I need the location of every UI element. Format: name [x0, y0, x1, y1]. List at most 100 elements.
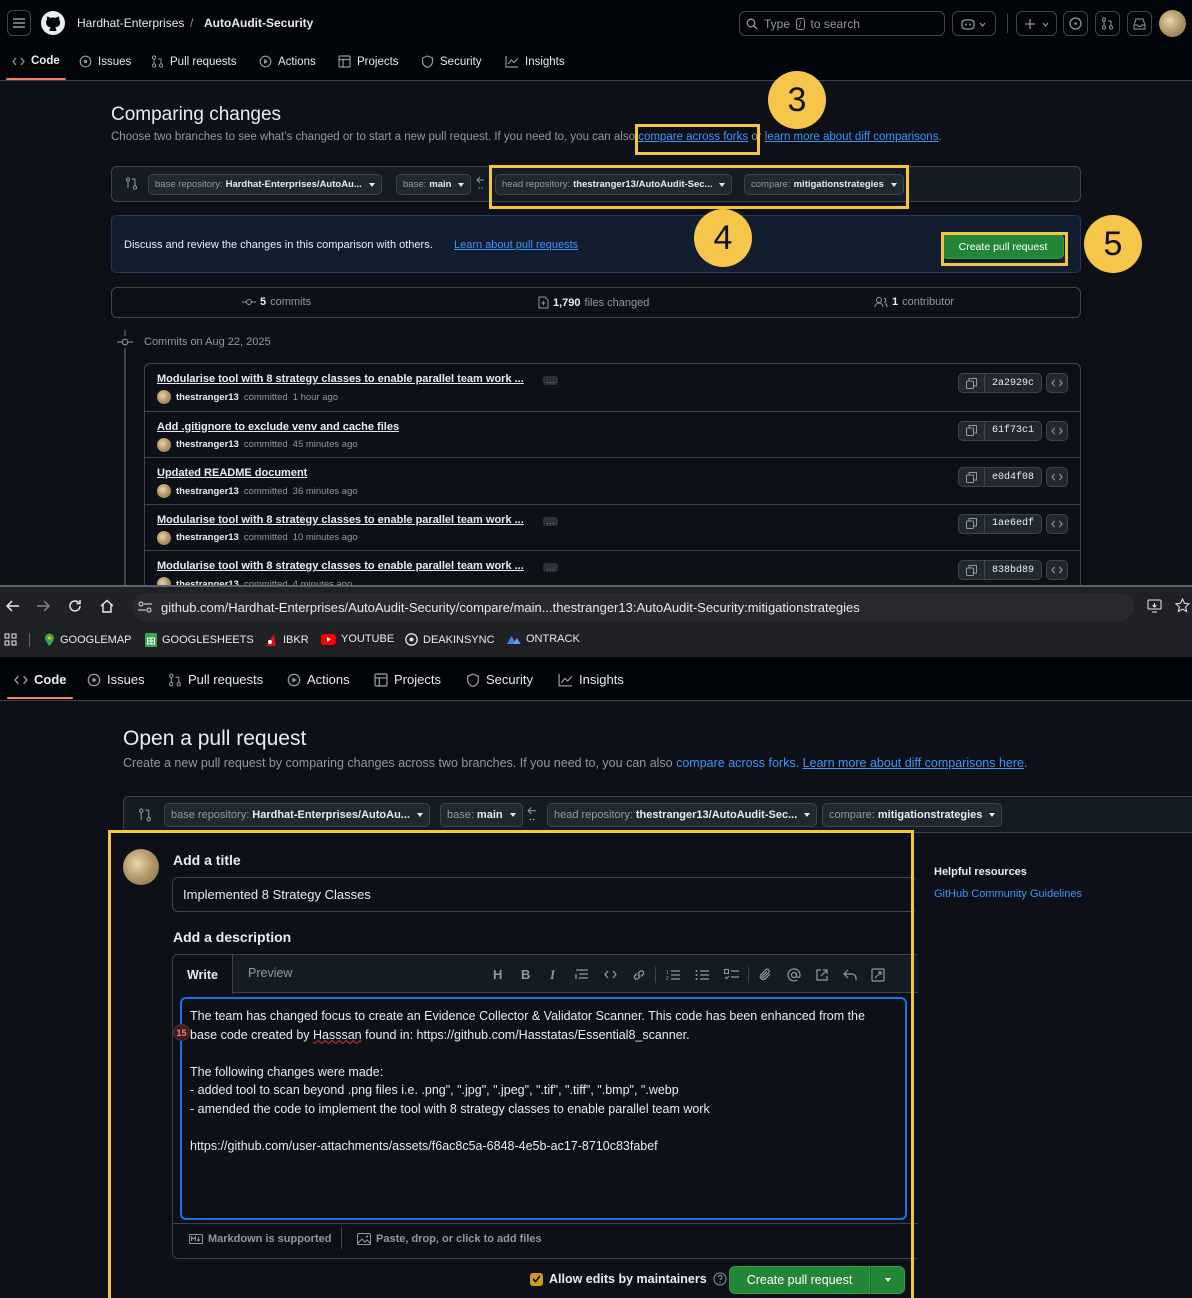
commit-message-link[interactable]: Updated README document: [157, 467, 307, 479]
expand-commit-button[interactable]: …: [543, 376, 558, 385]
copy-icon[interactable]: [959, 374, 985, 392]
commit-message-link[interactable]: Add .gitignore to exclude venv and cache…: [157, 421, 399, 433]
compare-across-forks-link[interactable]: compare across forks.: [676, 756, 799, 770]
pull-requests-button[interactable]: [1095, 11, 1120, 36]
bookmark-youtube-label: YOUTUBE: [341, 633, 395, 645]
bookmark-ibkr[interactable]: IBKR: [264, 633, 309, 647]
commits-stat[interactable]: 5 commits: [242, 296, 311, 308]
base-branch-select[interactable]: base: main: [396, 174, 472, 195]
tab-pull-requests[interactable]: Pull requests: [151, 55, 236, 68]
commit-meta: thestranger13 committed 45 minutes ago: [157, 437, 358, 452]
open-pr-page-screenshot: Code Issues Pull requests Actions Projec…: [0, 657, 1192, 1298]
tab-issues[interactable]: Issues: [79, 55, 131, 68]
copy-icon[interactable]: [959, 468, 985, 487]
commit-time: 10 minutes ago: [292, 532, 358, 544]
learn-about-pull-requests-link[interactable]: Learn about pull requests: [454, 239, 578, 251]
github-logo-icon[interactable]: [41, 11, 65, 35]
tab-actions[interactable]: Actions: [259, 55, 316, 68]
commit-message-link[interactable]: Modularise tool with 8 strategy classes …: [157, 514, 524, 526]
browse-code-button[interactable]: [1046, 420, 1069, 441]
commit-sha-button[interactable]: 1ae6edf: [958, 513, 1043, 534]
timeline-line: [124, 330, 126, 585]
bookmark-star-icon[interactable]: [1175, 598, 1190, 613]
inbox-button[interactable]: [1127, 11, 1152, 36]
browse-code-button[interactable]: [1046, 513, 1069, 534]
tab-security[interactable]: Security: [421, 55, 482, 68]
create-new-button[interactable]: [1016, 11, 1057, 36]
base-repo-label: base repository:: [155, 179, 223, 190]
tab-code[interactable]: Code: [12, 55, 60, 67]
bookmark-googlesheets[interactable]: GOOGLESHEETS: [145, 633, 254, 647]
copy-icon[interactable]: [959, 421, 985, 440]
home-icon[interactable]: [100, 599, 114, 613]
learn-diff-comparisons-link[interactable]: Learn more about diff comparisons here: [803, 756, 1024, 770]
committer-name[interactable]: thestranger13: [176, 532, 239, 543]
tab-issues[interactable]: Issues: [87, 672, 145, 687]
committer-name[interactable]: thestranger13: [176, 439, 239, 450]
search-input[interactable]: Type / to search: [739, 11, 945, 36]
community-guidelines-link[interactable]: GitHub Community Guidelines: [934, 888, 1082, 900]
search-placeholder-suffix: to search: [810, 16, 860, 31]
commit-time: 1 hour ago: [292, 391, 339, 403]
install-app-icon[interactable]: [1147, 599, 1163, 613]
user-avatar[interactable]: [1159, 10, 1186, 37]
tab-insights[interactable]: Insights: [505, 55, 565, 68]
browse-code-button[interactable]: [1046, 373, 1069, 393]
commit-sha-button[interactable]: 61f73c1: [958, 420, 1043, 441]
code-icon: [1051, 379, 1063, 387]
tab-pull-requests[interactable]: Pull requests: [168, 672, 263, 687]
issues-button[interactable]: [1063, 11, 1088, 36]
files-changed-stat[interactable]: 1,790 files changed: [538, 296, 649, 309]
tab-insights[interactable]: Insights: [558, 672, 624, 687]
tab-insights-label: Insights: [579, 672, 624, 687]
tab-code[interactable]: Code: [14, 672, 67, 687]
browse-code-button[interactable]: [1046, 467, 1069, 488]
code-icon: [14, 675, 28, 684]
address-bar[interactable]: github.com/Hardhat-Enterprises/AutoAudit…: [132, 593, 1134, 621]
expand-commit-button[interactable]: …: [543, 516, 558, 526]
browse-code-button[interactable]: [1046, 560, 1069, 581]
copilot-button[interactable]: [952, 11, 996, 36]
learn-diff-comparisons-link[interactable]: learn more about diff comparisons: [765, 131, 939, 143]
apps-grid-icon[interactable]: [4, 633, 17, 646]
bookmark-youtube[interactable]: YOUTUBE: [321, 633, 394, 645]
commit-message-link[interactable]: Modularise tool with 8 strategy classes …: [157, 373, 524, 385]
commit-sha: 1ae6edf: [992, 518, 1035, 530]
bookmark-googlemap[interactable]: GOOGLEMAP: [44, 633, 132, 647]
base-branch-select[interactable]: base: main: [440, 803, 523, 827]
base-repository-select[interactable]: base repository: Hardhat-Enterprises/Auto…: [148, 174, 382, 195]
reload-icon[interactable]: [68, 599, 82, 613]
commit-meta: thestranger13 committed 1 hour ago: [157, 390, 338, 404]
bookmark-ontrack[interactable]: ONTRACK: [506, 633, 580, 645]
tab-security[interactable]: Security: [466, 672, 533, 687]
site-settings-icon[interactable]: [137, 600, 153, 614]
menu-button[interactable]: [7, 10, 31, 36]
committer-name[interactable]: thestranger13: [176, 486, 239, 497]
tab-projects[interactable]: Projects: [338, 55, 399, 68]
copy-icon[interactable]: [959, 561, 985, 580]
base-repository-select[interactable]: base repository: Hardhat-Enterprises/Auto…: [164, 803, 430, 827]
code-icon: [1051, 427, 1063, 435]
commit-sha: 838bd89: [992, 564, 1035, 576]
compare-arrows-icon: [138, 808, 152, 822]
head-repository-select[interactable]: head repository: thestranger13/AutoAudit-…: [547, 803, 818, 827]
tab-active-underline: [7, 697, 73, 699]
pull-request-icon: [1101, 17, 1114, 30]
code-icon: [1051, 566, 1063, 574]
tab-actions[interactable]: Actions: [287, 672, 350, 687]
breadcrumb-repo[interactable]: AutoAudit-Security: [204, 16, 313, 30]
expand-commit-button[interactable]: …: [543, 563, 558, 573]
commit-sha-button[interactable]: e0d4f08: [958, 467, 1043, 488]
committer-name[interactable]: thestranger13: [176, 392, 239, 403]
back-arrow-icon[interactable]: [6, 600, 20, 612]
breadcrumb-owner[interactable]: Hardhat-Enterprises: [77, 16, 184, 30]
copy-icon[interactable]: [959, 514, 985, 533]
commit-sha-button[interactable]: 2a2929c: [958, 373, 1043, 393]
contributors-stat[interactable]: 1 contributor: [874, 296, 954, 308]
tab-projects[interactable]: Projects: [374, 672, 441, 687]
forward-arrow-icon[interactable]: [36, 600, 50, 612]
commit-message-link[interactable]: Modularise tool with 8 strategy classes …: [157, 560, 524, 572]
bookmark-deakinsync[interactable]: DEAKINSYNC: [405, 633, 495, 646]
compare-branch-select[interactable]: compare: mitigationstrategies: [822, 803, 1003, 827]
commit-sha-button[interactable]: 838bd89: [958, 560, 1043, 581]
